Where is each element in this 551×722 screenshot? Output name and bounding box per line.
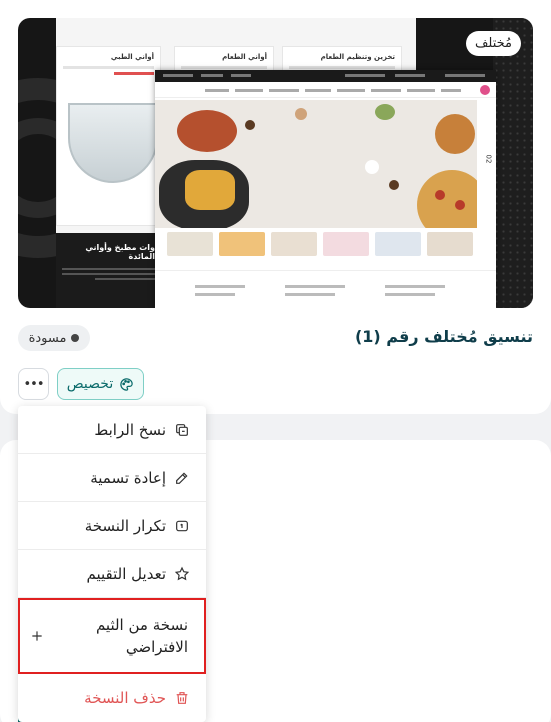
pencil-icon xyxy=(176,471,188,484)
more-options-icon: ••• xyxy=(23,376,44,392)
theme-type-badge: مُختلف xyxy=(466,31,521,56)
menu-item-copy-from-default-theme[interactable]: نسخة من الثيم الافتراضي xyxy=(18,598,206,674)
menu-item-label: حذف النسخة xyxy=(84,689,166,707)
menu-item-label: إعادة تسمية xyxy=(90,468,166,487)
menu-item-label: تعديل التقييم xyxy=(86,564,166,583)
menu-item-label: تكرار النسخة xyxy=(84,516,166,535)
duplicate-icon xyxy=(176,520,188,531)
slide-number: 02 xyxy=(484,154,493,164)
status-label: مسودة xyxy=(28,330,67,346)
decor-dots xyxy=(493,18,533,308)
preview-site-screenshot: 02 xyxy=(155,70,496,308)
more-options-button[interactable]: ••• xyxy=(18,368,49,400)
menu-item-label: نسخة من الثيم الافتراضي xyxy=(95,616,188,656)
thumbnail-strip xyxy=(167,232,477,256)
status-dot xyxy=(71,334,80,342)
preview-column-title: أواني الطعام xyxy=(222,53,267,61)
hero-food-image xyxy=(155,100,477,228)
menu-item-edit-rating[interactable]: تعديل التقييم xyxy=(18,550,206,598)
plus-icon xyxy=(32,631,42,641)
menu-item-rename[interactable]: إعادة تسمية xyxy=(18,454,206,502)
theme-preview[interactable]: أواني الطبي أواني الطعام تخزين وتنظيم ال… xyxy=(18,18,533,308)
menu-item-delete[interactable]: حذف النسخة xyxy=(18,674,206,722)
preview-column-title: أواني الطبي xyxy=(110,53,154,61)
customize-button[interactable]: تخصيص xyxy=(57,368,144,400)
palette-icon xyxy=(120,377,133,391)
site-footer-features xyxy=(155,270,496,308)
menu-item-label: نسخ الرابط xyxy=(94,420,166,439)
site-logo xyxy=(480,85,490,95)
status-badge: مسودة xyxy=(18,325,90,351)
menu-item-duplicate[interactable]: تكرار النسخة xyxy=(18,502,206,550)
preview-dark-banner: وات مطبخ وأواني المائدة xyxy=(56,233,161,308)
preview-dark-title: وات مطبخ وأواني المائدة xyxy=(85,243,155,261)
star-icon xyxy=(174,566,190,580)
theme-title: تنسيق مُختلف رقم (1) xyxy=(354,327,533,346)
options-menu: نسخ الرابط إعادة تسمية تكرار النسخة تعدي… xyxy=(18,406,206,722)
trash-icon xyxy=(176,692,188,704)
menu-item-copy-link[interactable]: نسخ الرابط xyxy=(18,406,206,454)
preview-column-title: تخزين وتنظيم الطعام xyxy=(320,53,395,61)
copy-link-icon xyxy=(176,423,188,436)
customize-label: تخصيص xyxy=(66,376,114,392)
slider-rail: 02 xyxy=(477,100,496,228)
